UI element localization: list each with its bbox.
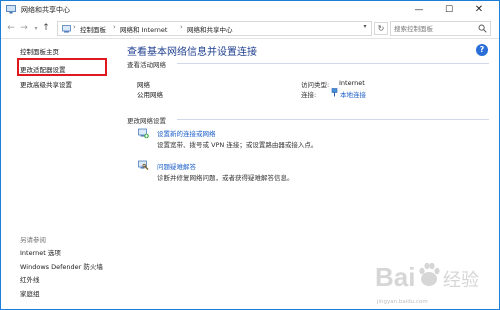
section-divider: [177, 63, 489, 64]
network-type: 公用网络: [137, 91, 163, 99]
network-name: 网络: [137, 81, 150, 89]
refresh-button[interactable]: ↻: [374, 22, 388, 35]
control-panel-icon: [62, 25, 71, 33]
see-also-heading: 另请参阅: [20, 236, 46, 244]
breadcrumb-network-internet[interactable]: 网络和 Internet: [120, 24, 167, 34]
troubleshoot-problems-description: 诊断并修复网络问题，或者获得疑难解答信息。: [157, 174, 294, 182]
troubleshoot-problems-link[interactable]: 问题疑难解答: [157, 161, 196, 171]
ethernet-icon: [331, 88, 338, 97]
local-connection-link[interactable]: 本地连接: [340, 89, 366, 99]
left-nav-pane: 控制面板主页 更改适配器设置 更改高级共享设置 另请参阅 Internet 选项…: [1, 40, 117, 310]
new-connection-icon: [138, 128, 149, 139]
search-box[interactable]: [390, 21, 491, 36]
watermark-url: jingyan.baidu.com: [377, 299, 428, 305]
up-button[interactable]: ↑: [40, 22, 52, 35]
see-also-infrared[interactable]: 红外线: [20, 274, 40, 284]
see-also-homegroup[interactable]: 家庭组: [20, 288, 40, 298]
search-icon[interactable]: [478, 24, 487, 33]
svg-text:经验: 经验: [443, 270, 479, 291]
troubleshoot-icon: [138, 160, 149, 170]
address-dropdown-button[interactable]: ▾: [359, 22, 371, 32]
forward-button[interactable]: →: [18, 22, 30, 35]
access-type-label: 访问类型:: [301, 81, 330, 89]
title-bar: 网络和共享中心 — ☐ ✕: [1, 1, 499, 19]
baidu-jingyan-watermark-logo: Bai 经验: [375, 262, 479, 292]
page-title: 查看基本网络信息并设置连接: [127, 47, 257, 58]
breadcrumb-separator: ›: [73, 23, 76, 31]
maximize-button[interactable]: ☐: [434, 1, 464, 19]
see-also-defender-firewall[interactable]: Windows Defender 防火墙: [20, 261, 103, 271]
nav-advanced-sharing-settings[interactable]: 更改高级共享设置: [20, 79, 72, 89]
annotation-highlight-box: [17, 58, 107, 76]
active-networks-heading: 查看活动网络: [127, 61, 166, 69]
search-input[interactable]: [394, 23, 476, 34]
breadcrumb-separator: ›: [180, 23, 183, 31]
connections-label: 连接:: [301, 91, 317, 99]
window-title: 网络和共享中心: [21, 6, 70, 14]
network-center-icon: [6, 5, 16, 14]
close-button[interactable]: ✕: [464, 1, 494, 19]
breadcrumb-control-panel[interactable]: 控制面板: [80, 24, 106, 34]
setup-new-connection-link[interactable]: 设置新的连接或网络: [157, 128, 216, 138]
setup-new-connection-description: 设置宽带、拨号或 VPN 连接；或设置路由器或接入点。: [157, 141, 318, 149]
network-sharing-center-window: 网络和共享中心 — ☐ ✕ ← → ▾ ↑ › 控制面板 › 网络和 Inter…: [0, 0, 500, 310]
breadcrumb-separator: ›: [113, 23, 116, 31]
back-button[interactable]: ←: [5, 22, 17, 35]
nav-control-panel-home[interactable]: 控制面板主页: [20, 46, 59, 56]
breadcrumb-sharing-center[interactable]: 网络和共享中心: [187, 24, 233, 34]
address-bar[interactable]: › 控制面板 › 网络和 Internet › 网络和共享中心: [57, 21, 372, 36]
address-toolbar: ← → ▾ ↑ › 控制面板 › 网络和 Internet › 网络和共享中心 …: [1, 19, 499, 39]
svg-text:Bai: Bai: [375, 262, 415, 292]
access-type-value: Internet: [339, 79, 365, 87]
change-network-settings-heading: 更改网络设置: [127, 117, 166, 125]
see-also-internet-options[interactable]: Internet 选项: [20, 247, 61, 257]
minimize-button[interactable]: —: [404, 1, 434, 19]
section-divider: [177, 119, 489, 120]
